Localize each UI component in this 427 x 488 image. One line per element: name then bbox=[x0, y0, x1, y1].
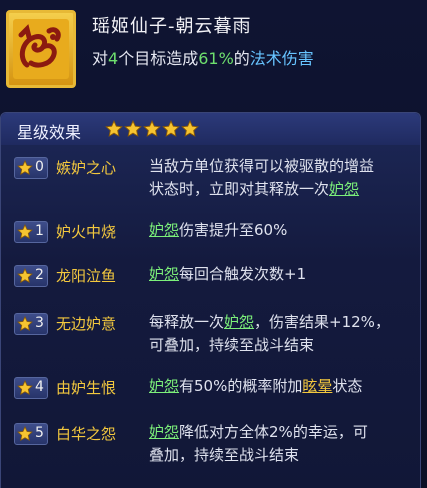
skill-info-panel: 瑶姬仙子-朝云暮雨 对4个目标造成61%的法术伤害 星级效果 0 嫉妒之心 当敌方单… bbox=[0, 0, 427, 488]
star-icon bbox=[17, 316, 33, 331]
description-text: 状态时，立即对其释放一次 bbox=[149, 180, 330, 198]
description-text: 可叠加，持续至战斗结束 bbox=[149, 336, 315, 354]
star-icon bbox=[17, 224, 33, 239]
damage-type: 法术伤害 bbox=[249, 49, 314, 68]
desc-prefix: 对 bbox=[92, 49, 109, 68]
star-level-number: 5 bbox=[35, 425, 44, 441]
star-effect-name: 妒火中烧 bbox=[56, 223, 117, 241]
keyword-link[interactable]: 妒怨 bbox=[224, 313, 254, 331]
target-count: 4 bbox=[108, 49, 119, 68]
skill-description: 对4个目标造成61%的法术伤害 bbox=[92, 45, 314, 69]
star-icon bbox=[124, 120, 142, 137]
star-level-number: 0 bbox=[35, 159, 44, 175]
skill-header: 瑶姬仙子-朝云暮雨 对4个目标造成61%的法术伤害 bbox=[0, 0, 427, 96]
keyword-link[interactable]: 眩晕 bbox=[302, 377, 332, 395]
star-icon bbox=[181, 120, 199, 137]
star-effect-name: 由妒生恨 bbox=[56, 379, 117, 397]
star-effect-description: 妒怨每回合触发次数+1 bbox=[149, 263, 404, 286]
description-line: 叠加，持续至战斗结束 bbox=[149, 444, 404, 467]
star-level-number: 1 bbox=[35, 223, 44, 239]
description-line: 每释放一次妒怨，伤害结果+12%， bbox=[149, 311, 404, 334]
star-level-badge: 1 bbox=[14, 221, 48, 243]
description-line: 妒怨降低对方全体2%的幸运，可 bbox=[149, 421, 404, 444]
dragon-emblem-icon bbox=[6, 10, 76, 88]
desc-of: 的 bbox=[233, 49, 250, 68]
star-level-number: 3 bbox=[35, 315, 44, 331]
description-text: 降低对方全体2%的幸运，可 bbox=[179, 423, 368, 441]
keyword-link[interactable]: 妒怨 bbox=[149, 423, 179, 441]
star-effect-description: 妒怨降低对方全体2%的幸运，可叠加，持续至战斗结束 bbox=[149, 421, 404, 467]
description-text: 伤害提升至60% bbox=[179, 221, 288, 239]
star-icon bbox=[17, 160, 33, 175]
star-effect-description: 妒怨有50%的概率附加眩晕状态 bbox=[149, 375, 404, 398]
star-level-number: 2 bbox=[35, 267, 44, 283]
star-level-badge: 4 bbox=[14, 377, 48, 399]
star-effect-name: 嫉妒之心 bbox=[56, 159, 117, 177]
keyword-link[interactable]: 妒怨 bbox=[149, 221, 179, 239]
keyword-link[interactable]: 妒怨 bbox=[329, 180, 359, 198]
keyword-link[interactable]: 妒怨 bbox=[149, 377, 179, 395]
star-effect-description: 每释放一次妒怨，伤害结果+12%， 可叠加，持续至战斗结束 bbox=[149, 311, 404, 357]
star-icon bbox=[162, 120, 180, 137]
description-line: 妒怨有50%的概率附加眩晕状态 bbox=[149, 375, 404, 398]
star-level-badge: 0 bbox=[14, 157, 48, 179]
star-rating bbox=[105, 120, 199, 138]
description-text: ，伤害结果+12%， bbox=[254, 313, 390, 331]
star-effect-description: 当敌方单位获得可以被驱散的增益 状态时，立即对其释放一次妒怨 bbox=[149, 155, 404, 201]
description-text: 每释放一次 bbox=[149, 313, 225, 331]
description-line: 状态时，立即对其释放一次妒怨 bbox=[149, 178, 404, 201]
star-level-badge: 3 bbox=[14, 313, 48, 335]
desc-mid: 个目标造成 bbox=[118, 49, 199, 68]
keyword-link[interactable]: 妒怨 bbox=[149, 265, 179, 283]
description-text: 当敌方单位获得可以被驱散的增益 bbox=[149, 157, 375, 175]
star-effect-name: 龙阳泣鱼 bbox=[56, 267, 117, 285]
description-line: 当敌方单位获得可以被驱散的增益 bbox=[149, 155, 404, 178]
description-line: 妒怨伤害提升至60% bbox=[149, 219, 404, 242]
star-effects-section: 星级效果 0 嫉妒之心 当敌方单位获得可以被驱散的增益 状态时，立即对其释放一次妒怨 1… bbox=[0, 112, 421, 488]
damage-percent: 61% bbox=[198, 49, 234, 68]
description-line: 可叠加，持续至战斗结束 bbox=[149, 334, 404, 357]
description-text: 叠加，持续至战斗结束 bbox=[149, 446, 300, 464]
star-level-badge: 5 bbox=[14, 423, 48, 445]
description-text: 有50%的概率附加 bbox=[179, 377, 303, 395]
star-level-badge: 2 bbox=[14, 265, 48, 287]
star-effects-header: 星级效果 bbox=[1, 113, 420, 145]
star-icon bbox=[17, 380, 33, 395]
skill-title: 瑶姬仙子-朝云暮雨 bbox=[92, 16, 252, 37]
star-effect-name: 无边妒意 bbox=[56, 315, 117, 333]
star-effect-description: 妒怨伤害提升至60% bbox=[149, 219, 404, 242]
description-text: 每回合触发次数+1 bbox=[179, 265, 307, 283]
description-line: 妒怨每回合触发次数+1 bbox=[149, 263, 404, 286]
description-text: 状态 bbox=[332, 377, 363, 395]
star-icon bbox=[143, 120, 161, 137]
star-icon bbox=[105, 120, 123, 137]
star-effect-name: 白华之怨 bbox=[56, 425, 117, 443]
section-title: 星级效果 bbox=[17, 123, 82, 142]
star-icon bbox=[17, 268, 33, 283]
star-icon bbox=[17, 426, 33, 441]
star-level-number: 4 bbox=[35, 379, 44, 395]
